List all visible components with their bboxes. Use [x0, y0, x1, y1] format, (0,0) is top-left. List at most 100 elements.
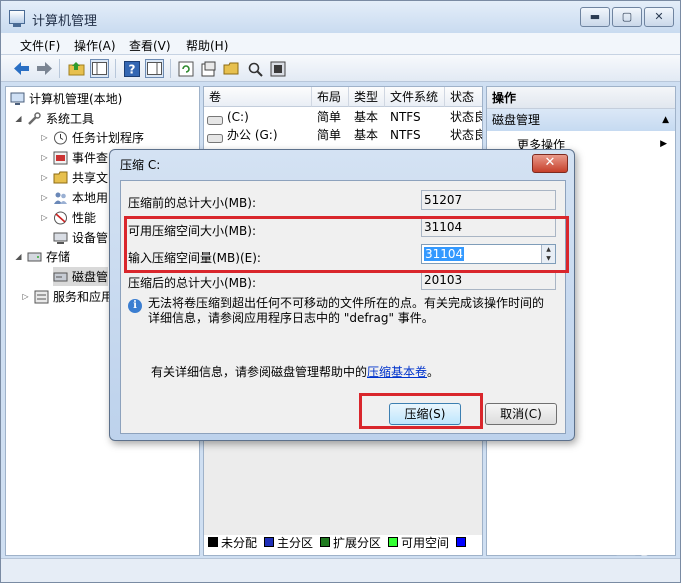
tree-item-services[interactable]: ▷ 服务和应用	[21, 287, 113, 306]
tools-icon	[27, 111, 42, 126]
menu-bar: 文件(F) 操作(A) 查看(V) 帮助(H)	[1, 33, 680, 55]
properties-icon[interactable]	[199, 59, 218, 78]
collapsed-arrow-icon[interactable]: ▷	[21, 292, 30, 301]
svg-text:?: ?	[128, 62, 135, 76]
collapsed-arrow-icon[interactable]: ▷	[40, 213, 49, 222]
tree-item-label: 共享文	[72, 171, 109, 185]
legend-swatch	[320, 537, 331, 547]
legend-label: 扩展分区	[333, 535, 382, 550]
tree-item-event-viewer[interactable]: ▷ 事件查	[40, 148, 108, 167]
cancel-button[interactable]: 取消(C)	[485, 403, 557, 425]
column-header-type[interactable]: 类型	[349, 87, 385, 107]
legend-label: 主分区	[277, 535, 314, 550]
close-window-button[interactable]: ✕	[644, 7, 674, 27]
tree-item-shared-folders[interactable]: ▷ 共享文	[40, 168, 108, 187]
help-text-suffix: 。	[427, 365, 440, 379]
menu-view[interactable]: 查看(V)	[129, 37, 171, 54]
collapsed-arrow-icon[interactable]: ▷	[40, 153, 49, 162]
table-row[interactable]: 办公 (G:) 简单 基本 NTFS 状态良	[204, 127, 483, 144]
computer-icon	[10, 92, 25, 106]
collapsed-arrow-icon[interactable]: ▷	[40, 173, 49, 182]
settings-icon[interactable]	[268, 59, 287, 78]
column-header-status[interactable]: 状态	[445, 87, 482, 107]
show-tree-icon[interactable]	[90, 59, 109, 78]
collapsed-arrow-icon[interactable]: ▷	[40, 193, 49, 202]
shrink-basic-volume-link[interactable]: 压缩基本卷	[367, 365, 427, 379]
help-text-prefix: 有关详细信息，请参阅磁盘管理帮助中的	[151, 365, 368, 379]
tree-item-label: 系统工具	[46, 112, 95, 126]
up-folder-icon[interactable]	[67, 59, 86, 78]
volume-name: (C:)	[227, 110, 249, 124]
column-header-layout[interactable]: 布局	[312, 87, 349, 107]
tree-item-performance[interactable]: ▷ 性能	[40, 208, 96, 227]
info-icon: i	[128, 299, 142, 313]
help-icon[interactable]: ?	[122, 59, 141, 78]
actions-group-label: 磁盘管理	[492, 113, 541, 127]
collapsed-arrow-icon[interactable]: ▷	[40, 133, 49, 142]
tree-item-local-users[interactable]: ▷ 本地用	[40, 188, 108, 207]
expanded-arrow-icon[interactable]: ◢	[14, 252, 23, 261]
volume-status: 状态良	[450, 110, 483, 124]
info-text: 无法将卷压缩到超出任何不可移动的文件所在的点。有关完成该操作时间的详细信息，请参…	[148, 296, 545, 325]
submenu-arrow-icon[interactable]: ▶	[660, 139, 667, 149]
help-text: 有关详细信息，请参阅磁盘管理帮助中的压缩基本卷。	[151, 363, 439, 380]
expanded-arrow-icon[interactable]: ◢	[14, 114, 23, 123]
tree-item-label: 磁盘管	[72, 270, 109, 284]
device-manager-icon	[53, 231, 68, 245]
menu-help[interactable]: 帮助(H)	[186, 37, 228, 54]
total-after-label: 压缩后的总计大小(MB):	[128, 276, 256, 290]
legend-swatch	[264, 537, 275, 547]
forward-icon[interactable]	[35, 59, 54, 78]
maximize-button[interactable]: ▢	[612, 7, 642, 27]
drive-icon	[207, 131, 223, 148]
window-title: 计算机管理	[32, 14, 98, 29]
open-folder-icon[interactable]	[222, 59, 241, 78]
actions-header: 操作	[487, 87, 675, 109]
legend-swatch	[208, 537, 218, 547]
refresh-icon[interactable]	[176, 59, 195, 78]
tree-item-task-scheduler[interactable]: ▷ 任务计划程序	[40, 128, 144, 147]
volume-type: 基本	[354, 110, 379, 124]
computer-management-window: 计算机管理 ▬ ▢ ✕ 文件(F) 操作(A) 查看(V) 帮助(H) ? 计算…	[0, 0, 681, 583]
tree-item-label: 事件查	[72, 151, 109, 165]
performance-icon	[53, 211, 68, 225]
dialog-close-button[interactable]: ✕	[532, 154, 568, 173]
services-icon	[34, 290, 49, 304]
tree-item-disk-management[interactable]: 磁盘管	[53, 267, 109, 286]
computer-management-icon	[9, 10, 25, 27]
actions-group-disk-management[interactable]: 磁盘管理 ▲	[487, 109, 675, 131]
volume-layout: 简单	[317, 128, 342, 142]
panel-icon[interactable]	[145, 59, 164, 78]
storage-icon	[27, 250, 42, 264]
total-before-label: 压缩前的总计大小(MB):	[128, 196, 256, 210]
toolbar: ?	[1, 55, 680, 82]
users-icon	[53, 191, 68, 205]
minimize-button[interactable]: ▬	[580, 7, 610, 27]
volume-status: 状态良	[450, 128, 483, 142]
disk-icon	[53, 270, 68, 284]
volume-filesystem: NTFS	[390, 110, 421, 124]
column-header-volume[interactable]: 卷	[204, 87, 312, 107]
tree-item-system-tools[interactable]: ◢ 系统工具	[14, 109, 94, 128]
shrink-dialog: 压缩 C: ✕ 压缩前的总计大小(MB): 51207 可用压缩空间大小(MB)…	[109, 149, 575, 441]
tree-item-device-manager[interactable]: 设备管	[53, 228, 108, 247]
clock-icon	[53, 131, 68, 145]
volume-type: 基本	[354, 128, 379, 142]
menu-action[interactable]: 操作(A)	[74, 37, 116, 54]
collapse-arrow-icon[interactable]: ▲	[662, 109, 669, 131]
legend-label: 未分配	[221, 535, 258, 550]
dialog-title: 压缩 C:	[120, 158, 161, 172]
table-row[interactable]: (C:) 简单 基本 NTFS 状态良	[204, 109, 483, 126]
tree-item-storage[interactable]: ◢ 存储	[14, 247, 70, 266]
legend-label: 可用空间	[401, 535, 450, 550]
menu-file[interactable]: 文件(F)	[20, 37, 60, 54]
legend-swatch	[388, 537, 399, 547]
tree-item-label: 任务计划程序	[72, 131, 145, 145]
search-icon[interactable]	[245, 59, 264, 78]
tree-root[interactable]: 计算机管理(本地)	[10, 89, 122, 108]
back-icon[interactable]	[12, 59, 31, 78]
shared-folder-icon	[53, 171, 68, 185]
highlight-box-inputs	[124, 216, 569, 273]
column-header-filesystem[interactable]: 文件系统	[385, 87, 445, 107]
tree-item-label: 本地用	[72, 191, 109, 205]
